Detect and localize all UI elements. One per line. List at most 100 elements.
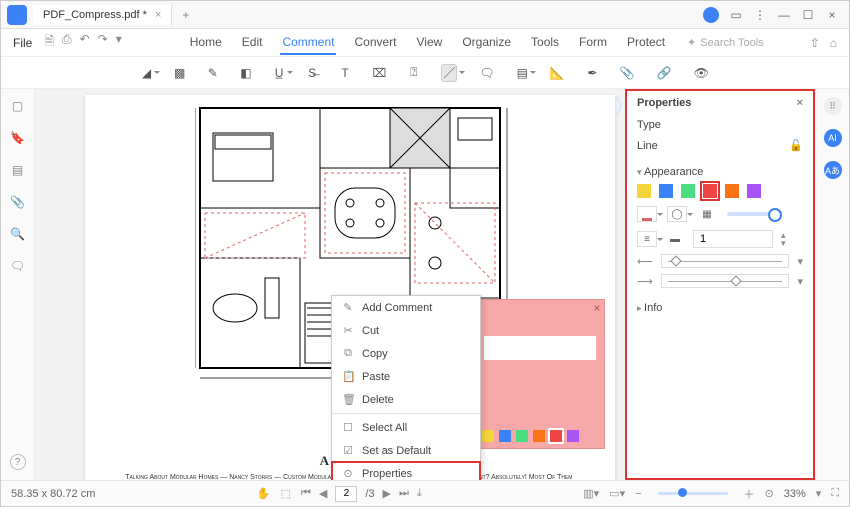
ribbon-tab-form[interactable]: Form bbox=[577, 31, 609, 55]
sticky-swatch[interactable] bbox=[516, 430, 528, 442]
line-tool[interactable]: ／ bbox=[441, 64, 457, 82]
appearance-section[interactable]: Appearance bbox=[637, 166, 803, 178]
zoom-out-icon[interactable]: − bbox=[635, 488, 641, 500]
textbox-tool[interactable]: ⌧ bbox=[373, 64, 387, 82]
area-highlight-tool[interactable]: ▩ bbox=[174, 64, 185, 82]
eraser-tool[interactable]: ◧ bbox=[240, 64, 251, 82]
ctx-set-as-default[interactable]: ☑Set as Default bbox=[332, 439, 480, 462]
color-swatch[interactable] bbox=[747, 184, 761, 198]
highlight-tool[interactable]: ◢ bbox=[141, 64, 152, 82]
stamp-tool[interactable]: ▤ bbox=[517, 64, 528, 82]
format-panel[interactable]: ⠿ bbox=[824, 97, 842, 115]
prev-page-icon[interactable]: ◀ bbox=[319, 487, 327, 500]
link-tool[interactable]: 🔗 bbox=[657, 64, 672, 82]
ctx-paste[interactable]: 📋Paste bbox=[332, 365, 480, 388]
stroke-color-button[interactable] bbox=[637, 206, 657, 222]
sticky-swatch[interactable] bbox=[550, 430, 562, 442]
sticky-swatch[interactable] bbox=[567, 430, 579, 442]
line-style-button[interactable]: ≡ bbox=[637, 231, 657, 247]
arrow-dropdown-icon[interactable]: ▾ bbox=[797, 275, 803, 288]
thumbnails-icon[interactable]: ▢ bbox=[12, 99, 23, 113]
tab-close-icon[interactable]: × bbox=[155, 9, 161, 21]
cloud-icon[interactable]: ⌂ bbox=[830, 36, 837, 50]
file-menu[interactable]: File bbox=[7, 34, 38, 52]
strike-tool[interactable]: S̶ bbox=[307, 64, 318, 82]
user-avatar[interactable] bbox=[703, 7, 719, 23]
pencil-tool[interactable]: ✎ bbox=[207, 64, 218, 82]
sticky-swatch[interactable] bbox=[533, 430, 545, 442]
zoom-in-icon[interactable]: ＋ bbox=[744, 486, 755, 502]
sticky-text-field[interactable] bbox=[484, 336, 596, 360]
hand-tool-icon[interactable]: ✋ bbox=[257, 487, 271, 500]
ribbon-tab-protect[interactable]: Protect bbox=[625, 31, 667, 55]
ribbon-tab-convert[interactable]: Convert bbox=[352, 31, 398, 55]
fullscreen-icon[interactable]: ⛶ bbox=[831, 487, 839, 500]
start-arrow-slider[interactable] bbox=[661, 254, 790, 268]
sticky-close-icon[interactable]: × bbox=[590, 301, 604, 315]
arrow-dropdown-icon[interactable]: ▾ bbox=[797, 255, 803, 268]
fit-page-icon[interactable]: ⊙ bbox=[765, 487, 774, 500]
attachments-icon[interactable]: 📎 bbox=[10, 195, 25, 209]
ribbon-tab-tools[interactable]: Tools bbox=[529, 31, 561, 55]
close-window-button[interactable]: × bbox=[825, 8, 839, 22]
opacity-slider[interactable] bbox=[727, 212, 777, 216]
panel-toggle-icon[interactable]: ▭ bbox=[729, 8, 743, 22]
zoom-dropdown-icon[interactable]: ▾ bbox=[816, 487, 822, 500]
end-arrow-slider[interactable] bbox=[661, 274, 790, 288]
color-swatch[interactable] bbox=[703, 184, 717, 198]
ctx-select-all[interactable]: ☐Select All bbox=[332, 416, 480, 439]
ctx-add-comment[interactable]: ✎Add Comment bbox=[332, 296, 480, 319]
ctx-delete[interactable]: 🗑Delete bbox=[332, 388, 480, 411]
canvas-area[interactable]: 🗊 bbox=[35, 89, 625, 480]
color-swatch[interactable] bbox=[725, 184, 739, 198]
signature-tool[interactable]: ✒ bbox=[587, 64, 598, 82]
undo-icon[interactable]: ↶ bbox=[80, 32, 90, 53]
ctx-copy[interactable]: ⧉Copy bbox=[332, 342, 480, 365]
note-tool[interactable]: 🗨 bbox=[479, 64, 494, 82]
fill-color-button[interactable]: ◯ bbox=[667, 206, 687, 222]
qat-more-icon[interactable]: ▾ bbox=[116, 32, 122, 53]
ribbon-tab-view[interactable]: View bbox=[415, 31, 445, 55]
maximize-button[interactable]: ☐ bbox=[801, 8, 815, 22]
share-icon[interactable]: ⇧ bbox=[810, 36, 820, 50]
next-page-icon[interactable]: ▶ bbox=[383, 487, 391, 500]
page-number-input[interactable] bbox=[335, 486, 357, 502]
translate-panel[interactable]: Aあ bbox=[824, 161, 842, 179]
info-section[interactable]: Info bbox=[637, 302, 803, 314]
ribbon-tab-organize[interactable]: Organize bbox=[460, 31, 513, 55]
color-swatch[interactable] bbox=[659, 184, 673, 198]
measure-tool[interactable]: 📐 bbox=[550, 64, 565, 82]
line-thickness-input[interactable] bbox=[693, 230, 773, 248]
redo-icon[interactable]: ↷ bbox=[98, 32, 108, 53]
select-tool-icon[interactable]: ⬚ bbox=[281, 487, 291, 500]
layers-icon[interactable]: ▤ bbox=[12, 163, 23, 177]
help-icon[interactable]: ? bbox=[10, 454, 26, 470]
callout-tool[interactable]: ⍰ bbox=[408, 64, 419, 82]
view-mode-icon[interactable]: ▥▾ bbox=[583, 487, 599, 500]
eye-tool[interactable]: 👁 bbox=[694, 64, 709, 82]
bookmark-icon[interactable]: 🔖 bbox=[10, 131, 25, 145]
read-mode-icon[interactable]: ▭▾ bbox=[609, 487, 625, 500]
ribbon-tab-home[interactable]: Home bbox=[188, 31, 224, 55]
sticky-note[interactable]: × bbox=[475, 299, 605, 449]
lock-icon[interactable]: 🔓 bbox=[789, 139, 803, 152]
new-tab-button[interactable]: + bbox=[172, 8, 199, 22]
jump-page-icon[interactable]: ⤓ bbox=[417, 487, 422, 500]
attach-tool[interactable]: 📎 bbox=[620, 64, 635, 82]
save-icon[interactable]: 🗎 bbox=[44, 32, 54, 53]
print-icon[interactable]: ⎙ bbox=[62, 32, 72, 53]
sticky-swatch[interactable] bbox=[499, 430, 511, 442]
color-swatch[interactable] bbox=[637, 184, 651, 198]
minimize-button[interactable]: — bbox=[777, 8, 791, 22]
search-tools[interactable]: ✦ Search Tools bbox=[687, 36, 764, 49]
thickness-stepper[interactable]: ▴▾ bbox=[781, 231, 786, 247]
ctx-cut[interactable]: ✂Cut bbox=[332, 319, 480, 342]
document-tab[interactable]: PDF_Compress.pdf * × bbox=[33, 5, 172, 25]
underline-tool[interactable]: U̲ bbox=[274, 64, 285, 82]
ribbon-tab-comment[interactable]: Comment bbox=[280, 31, 336, 55]
first-page-icon[interactable]: ⏮ bbox=[301, 487, 311, 500]
search-icon[interactable]: 🔍 bbox=[10, 227, 25, 241]
ctx-properties[interactable]: ⊙Properties bbox=[332, 462, 480, 480]
text-tool[interactable]: T bbox=[340, 64, 351, 82]
properties-close-icon[interactable]: × bbox=[797, 97, 803, 109]
